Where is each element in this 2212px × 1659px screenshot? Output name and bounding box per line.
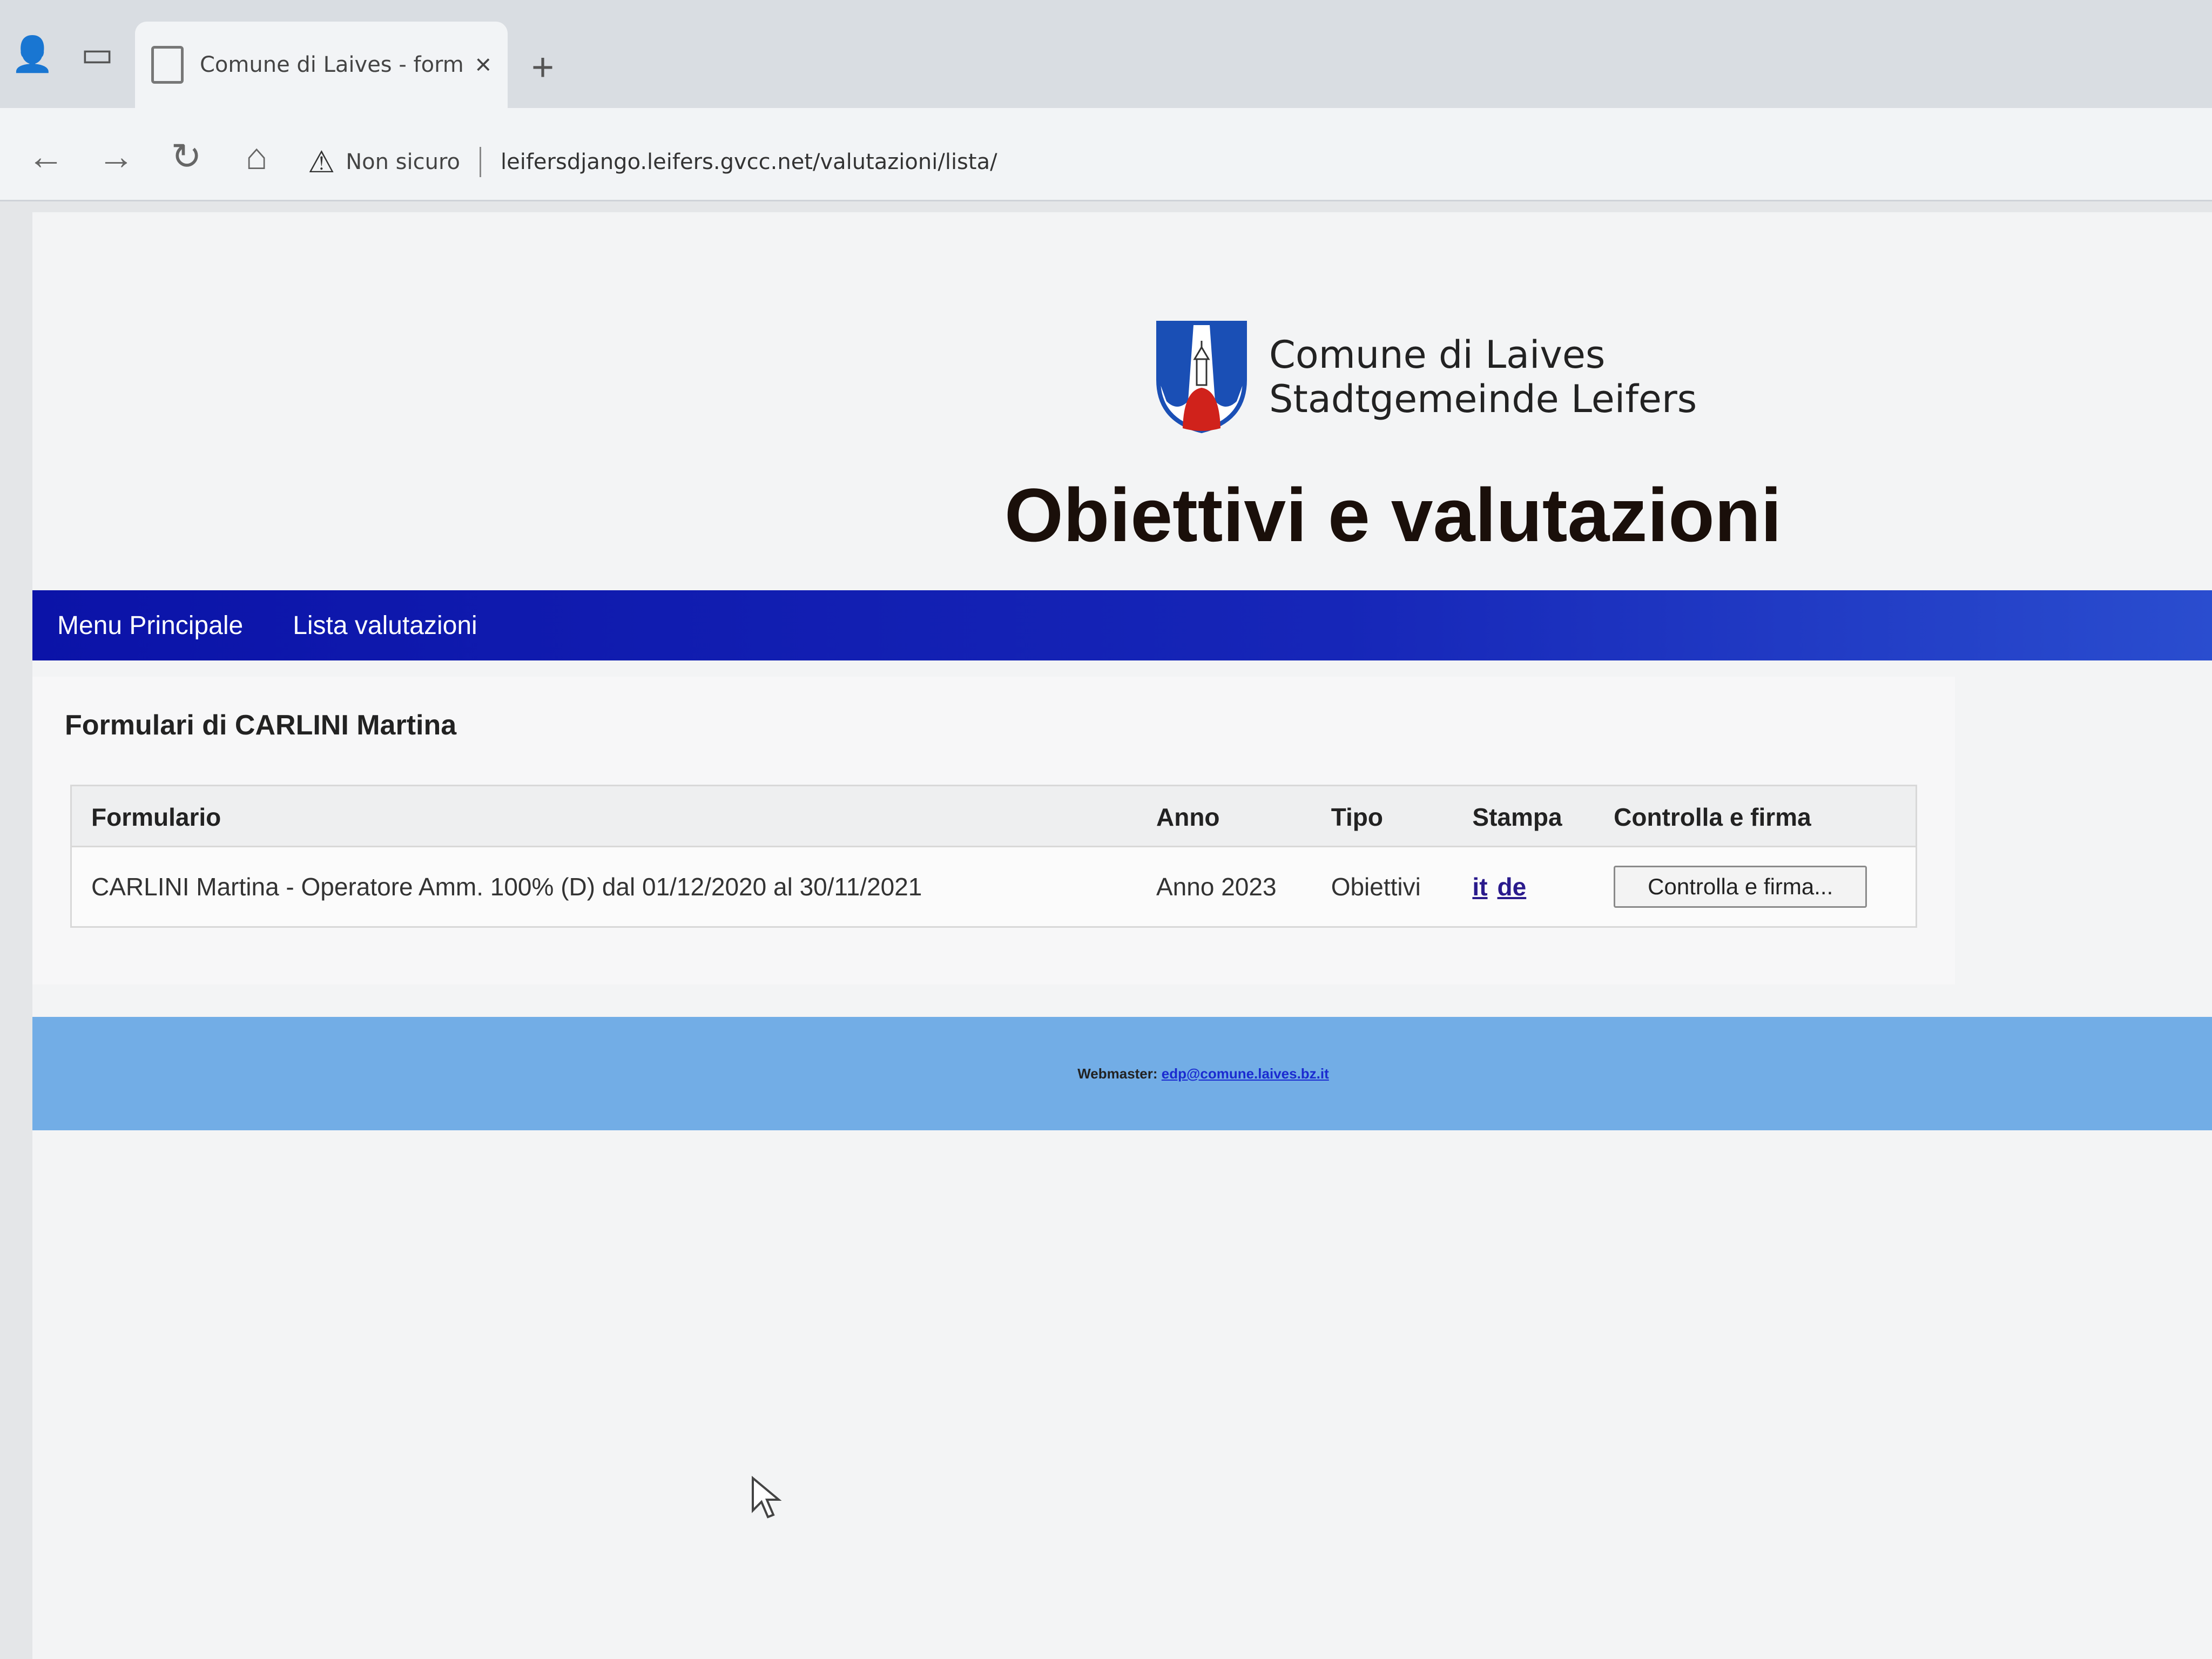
page-viewport: Comune di Laives Stadtgemeinde Leifers O… xyxy=(0,201,2212,1659)
header-controlla: Controlla e firma xyxy=(1594,785,1917,847)
page-icon xyxy=(151,46,184,84)
home-icon[interactable]: ⌂ xyxy=(232,132,281,181)
municipality-logo[interactable]: Comune di Laives Stadtgemeinde Leifers xyxy=(1156,320,1697,434)
tab-actions-icon[interactable]: ▭ xyxy=(76,32,119,76)
cell-anno: Anno 2023 xyxy=(1156,873,1277,901)
browser-toolbar: ← → ↻ ⌂ ⚠ Non sicuro leifersdjango.leife… xyxy=(0,108,2212,201)
page-header: Comune di Laives Stadtgemeinde Leifers O… xyxy=(32,212,2212,590)
forward-icon[interactable]: → xyxy=(92,132,140,181)
cell-controlla: Controlla e firma... xyxy=(1594,847,1916,927)
nav-menu-principale[interactable]: Menu Principale xyxy=(32,611,268,640)
controlla-firma-button[interactable]: Controlla e firma... xyxy=(1614,866,1867,908)
url-text[interactable]: leifersdjango.leifers.gvcc.net/valutazio… xyxy=(501,150,997,174)
footer-text: Webmaster: edp@comune.laives.bz.it xyxy=(1077,1065,1329,1082)
address-divider xyxy=(480,147,481,177)
cell-formulario: CARLINI Martina - Operatore Amm. 100% (D… xyxy=(91,873,922,901)
browser-tab[interactable]: Comune di Laives - formulario p × xyxy=(135,22,508,108)
header-tipo: Tipo xyxy=(1311,785,1453,847)
mouse-cursor-icon xyxy=(752,1476,782,1519)
webmaster-label: Webmaster: xyxy=(1077,1065,1158,1082)
tab-strip: 👤 ▭ Comune di Laives - formulario p × + xyxy=(0,0,2212,108)
forms-table: Formulario Anno Tipo Stampa Controlla e … xyxy=(70,785,1917,928)
table-row: CARLINI Martina - Operatore Amm. 100% (D… xyxy=(71,847,1917,927)
reload-icon[interactable]: ↻ xyxy=(162,132,211,181)
browser-window: 👤 ▭ Comune di Laives - formulario p × + … xyxy=(0,0,2212,1659)
list-title: Formulari di CARLINI Martina xyxy=(65,710,457,741)
main-navbar: Menu Principale Lista valutazioni xyxy=(32,590,2212,660)
address-bar[interactable]: ⚠ Non sicuro leifersdjango.leifers.gvcc.… xyxy=(308,138,2144,186)
org-name-german: Stadtgemeinde Leifers xyxy=(1269,377,1697,421)
profile-icon[interactable]: 👤 xyxy=(11,32,54,76)
page-footer: Webmaster: edp@comune.laives.bz.it xyxy=(32,1017,2212,1130)
nav-lista-valutazioni[interactable]: Lista valutazioni xyxy=(268,611,502,640)
header-anno: Anno xyxy=(1137,785,1312,847)
page-title: Obiettivi e valutazioni xyxy=(1004,473,1782,557)
coat-of-arms-icon xyxy=(1156,321,1247,434)
close-tab-icon[interactable]: × xyxy=(475,49,491,81)
print-it-link[interactable]: it xyxy=(1472,873,1487,901)
cell-tipo: Obiettivi xyxy=(1331,873,1421,901)
page: Comune di Laives Stadtgemeinde Leifers O… xyxy=(32,212,2212,1659)
print-de-link[interactable]: de xyxy=(1498,873,1527,901)
header-formulario: Formulario xyxy=(71,785,1137,847)
table-header-row: Formulario Anno Tipo Stampa Controlla e … xyxy=(71,785,1917,847)
tab-title: Comune di Laives - formulario p xyxy=(200,52,464,77)
org-name-italian: Comune di Laives xyxy=(1269,333,1606,377)
cell-stampa: it de xyxy=(1453,847,1594,927)
warning-icon[interactable]: ⚠ xyxy=(308,145,335,180)
content-panel: Formulari di CARLINI Martina Formulario … xyxy=(32,677,1955,984)
back-icon[interactable]: ← xyxy=(22,132,70,181)
new-tab-button[interactable]: + xyxy=(518,43,567,92)
header-stampa: Stampa xyxy=(1453,785,1595,847)
security-label[interactable]: Non sicuro xyxy=(346,150,460,174)
webmaster-email-link[interactable]: edp@comune.laives.bz.it xyxy=(1162,1065,1329,1082)
org-names: Comune di Laives Stadtgemeinde Leifers xyxy=(1269,333,1697,421)
